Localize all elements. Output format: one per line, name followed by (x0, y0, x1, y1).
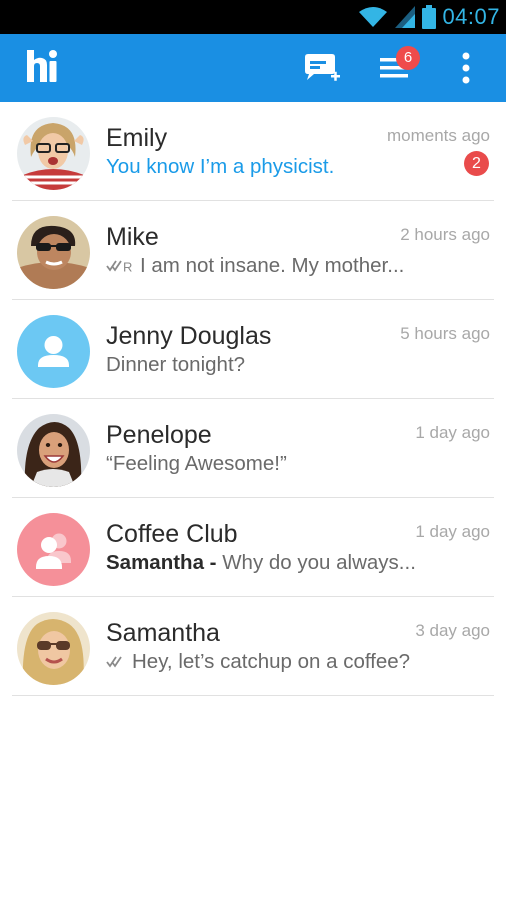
double-check-icon (106, 655, 124, 669)
preview-text: You know I’m a physicist. (106, 155, 335, 178)
avatar (17, 117, 90, 190)
avatar (17, 216, 90, 289)
contact-name: Samantha (106, 619, 220, 647)
contact-name: Coffee Club (106, 520, 238, 548)
status-bar: 04:07 (0, 0, 506, 34)
avatar (17, 612, 90, 685)
compose-message-icon (305, 54, 340, 81)
new-message-button[interactable] (294, 34, 346, 102)
chat-row[interactable]: Emily moments ago You know I’m a physici… (0, 102, 506, 201)
message-preview: Hey, let’s catchup on a coffee? (106, 650, 410, 674)
contact-name: Emily (106, 124, 168, 152)
contact-name: Penelope (106, 421, 212, 449)
double-check-read-icon: R (106, 259, 132, 273)
message-time: 3 day ago (415, 621, 490, 640)
chat-row[interactable]: Coffee Club 1 day ago Samantha - Why do … (0, 498, 506, 597)
emily-photo-icon (17, 117, 90, 190)
samantha-photo-icon (17, 612, 90, 685)
preview-text: “Feeling Awesome!” (106, 452, 287, 475)
avatar (17, 315, 90, 388)
more-vertical-icon (462, 52, 470, 84)
message-preview: You know I’m a physicist. (106, 155, 334, 179)
message-preview: Samantha - Why do you always... (106, 551, 416, 575)
chat-row[interactable]: Jenny Douglas 5 hours ago Dinner tonight… (0, 300, 506, 399)
contact-name: Mike (106, 223, 159, 251)
notification-badge: 6 (396, 46, 420, 70)
avatar (17, 513, 90, 586)
preview-text: Dinner tonight? (106, 353, 246, 376)
preview-text: Why do you always... (222, 551, 416, 574)
default-user-icon (17, 315, 90, 388)
preview-text: Hey, let’s catchup on a coffee? (132, 650, 411, 673)
message-preview: Dinner tonight? (106, 353, 245, 377)
chat-row[interactable]: Mike 2 hours ago R I am not insane. My m… (0, 201, 506, 300)
signal-icon (395, 6, 416, 28)
mike-photo-icon (17, 216, 90, 289)
divider (12, 695, 494, 696)
avatar (17, 414, 90, 487)
message-time: 1 day ago (415, 522, 490, 541)
preview-text: I am not insane. My mother... (140, 254, 405, 277)
read-status-label: R (123, 260, 132, 274)
penelope-photo-icon (17, 414, 90, 487)
message-time: 5 hours ago (400, 324, 490, 343)
overflow-menu-button[interactable] (446, 34, 486, 102)
hike-logo[interactable] (24, 48, 58, 89)
message-preview: R I am not insane. My mother... (106, 254, 404, 278)
group-icon (17, 513, 90, 586)
status-time: 04:07 (442, 4, 500, 29)
message-time: 2 hours ago (400, 225, 490, 244)
sender-name: Samantha (106, 551, 204, 574)
chat-row[interactable]: Samantha 3 day ago Hey, let’s catchup on… (0, 597, 506, 696)
sender-separator: - (203, 551, 223, 574)
app-bar: 6 (0, 34, 506, 102)
chat-row[interactable]: Penelope 1 day ago “Feeling Awesome!” (0, 399, 506, 498)
message-time: moments ago (387, 126, 490, 145)
unread-count-badge: 2 (464, 151, 489, 176)
timeline-menu-button[interactable]: 6 (370, 34, 420, 102)
message-time: 1 day ago (415, 423, 490, 442)
contact-name: Jenny Douglas (106, 322, 272, 350)
status-icons: 04:07 (358, 3, 500, 31)
message-preview: “Feeling Awesome!” (106, 452, 287, 476)
battery-icon (422, 5, 437, 29)
wifi-icon (359, 7, 388, 27)
